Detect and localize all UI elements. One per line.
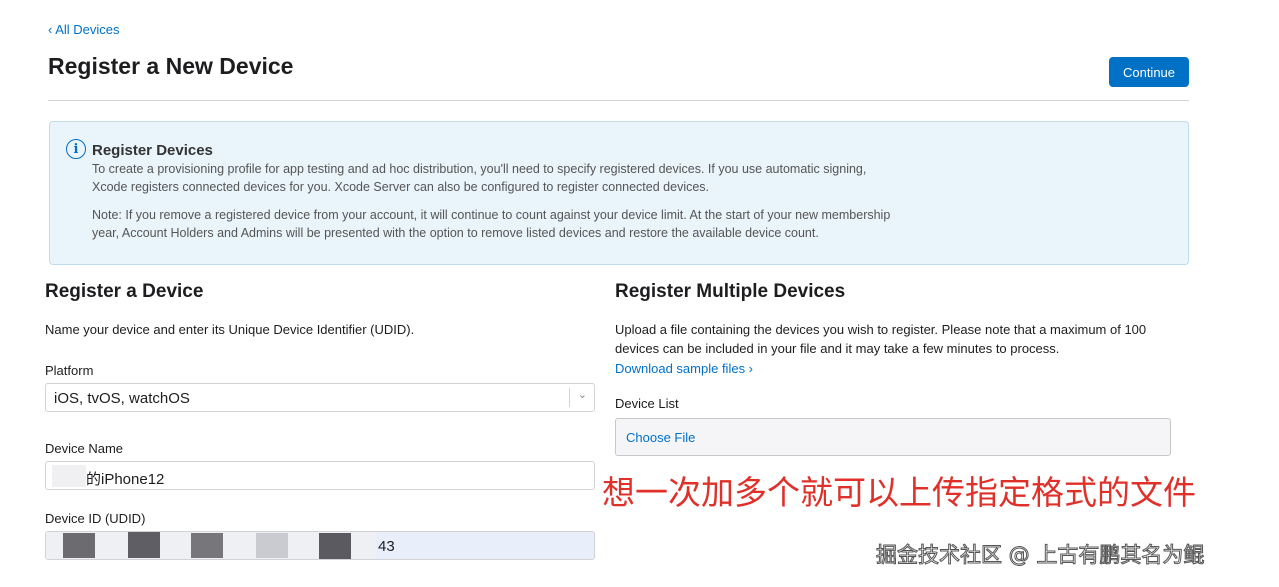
info-banner: i Register Devices To create a provision…: [49, 121, 1189, 265]
all-devices-link[interactable]: ‹ All Devices: [48, 22, 120, 37]
device-id-label: Device ID (UDID): [45, 511, 146, 526]
device-id-value: 43: [378, 538, 395, 555]
header-divider: [48, 100, 1189, 101]
platform-select[interactable]: iOS, tvOS, watchOS ⌄: [45, 383, 595, 412]
device-name-label: Device Name: [45, 441, 124, 456]
device-id-input[interactable]: 43: [45, 531, 595, 560]
download-sample-files-link[interactable]: Download sample files ›: [615, 361, 753, 376]
register-multiple-title: Register Multiple Devices: [615, 281, 846, 302]
redacted-block: [319, 533, 351, 559]
chevron-down-icon: ⌄: [577, 389, 587, 401]
device-list-file-input[interactable]: Choose File: [615, 418, 1171, 456]
info-title: Register Devices: [92, 142, 213, 159]
register-multiple-description: Upload a file containing the devices you…: [615, 322, 1147, 356]
redacted-block: [191, 533, 223, 558]
register-device-title: Register a Device: [45, 281, 204, 302]
platform-label: Platform: [45, 363, 94, 378]
watermark: 掘金技术社区 @ 上古有鹏其名为鲲: [875, 543, 1205, 568]
device-name-value: 的iPhone12: [86, 471, 165, 488]
redacted-block: [256, 533, 288, 558]
page-title: Register a New Device: [48, 53, 294, 79]
redacted-block: [52, 465, 86, 487]
choose-file-button[interactable]: Choose File: [626, 430, 695, 445]
platform-value: iOS, tvOS, watchOS: [54, 390, 190, 407]
continue-button[interactable]: Continue: [1109, 57, 1189, 87]
info-paragraph: To create a provisioning profile for app…: [92, 162, 867, 194]
redacted-block: [63, 533, 95, 558]
select-separator: [569, 388, 570, 407]
redacted-block: [128, 532, 160, 558]
register-device-description: Name your device and enter its Unique De…: [45, 322, 415, 337]
annotation-text: 想一次加多个就可以上传指定格式的文件: [602, 473, 1196, 512]
device-list-label: Device List: [615, 396, 679, 411]
device-name-input[interactable]: 的iPhone12: [45, 461, 595, 490]
info-note: Note: If you remove a registered device …: [92, 208, 891, 240]
info-icon: i: [66, 139, 86, 159]
